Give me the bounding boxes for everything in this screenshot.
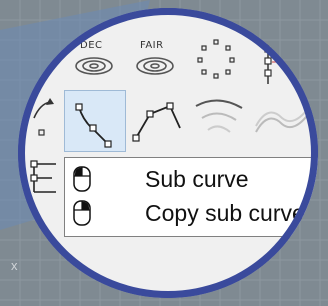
menu-item-copy-sub-curve[interactable]: Copy sub curve: [65, 198, 318, 230]
sub-curve-button[interactable]: [64, 90, 126, 152]
vertical-points-icon[interactable]: [258, 40, 288, 86]
menu-item-sub-curve[interactable]: Sub curve: [65, 164, 318, 196]
sub-curve-icon: [75, 103, 112, 148]
offset-arcs-icon[interactable]: [192, 96, 248, 146]
control-polygon-icon[interactable]: [130, 98, 186, 150]
wave-lines-icon[interactable]: [254, 104, 314, 140]
magnifier-lens: DEC FAIR Sub curve Copy sub curve: [18, 8, 318, 298]
decimate-curve-icon[interactable]: [72, 50, 116, 78]
point-cloud-icon[interactable]: [196, 38, 240, 82]
curve-arrow-icon[interactable]: [30, 96, 56, 146]
grid-edit-icon[interactable]: [22, 160, 62, 196]
axis-x-label: x: [11, 258, 18, 273]
tooltip-popup: Sub curve Copy sub curve: [64, 157, 318, 237]
menu-item-label: Sub curve: [145, 166, 249, 192]
fair-curve-icon[interactable]: [133, 50, 177, 78]
right-mouse-icon: [73, 200, 91, 226]
menu-item-label: Copy sub curve: [145, 200, 305, 226]
left-mouse-icon: [73, 166, 91, 192]
